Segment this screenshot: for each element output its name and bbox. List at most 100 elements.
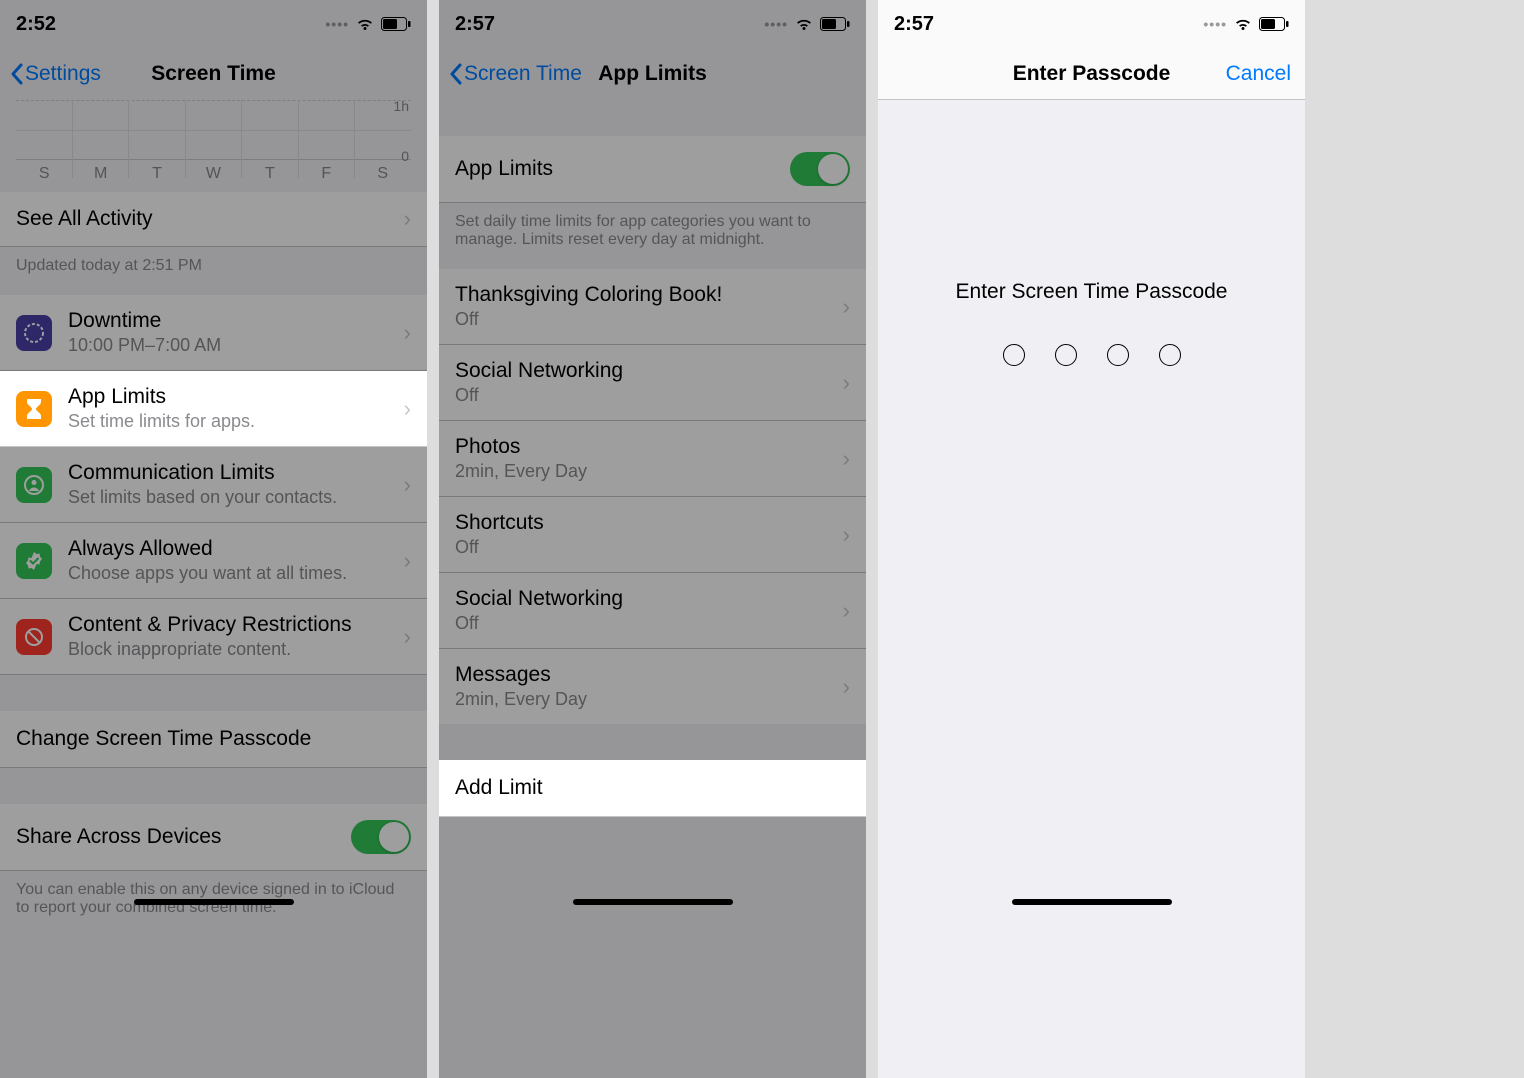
limit-row[interactable]: Social Networking Off ›: [439, 573, 866, 649]
screen-app-limits: 2:57 •••• Screen Time App Limits App Lim…: [439, 0, 866, 1078]
chevron-right-icon: ›: [836, 522, 850, 548]
see-all-activity-row[interactable]: See All Activity ›: [0, 192, 427, 247]
cancel-button[interactable]: Cancel: [1226, 62, 1291, 86]
limit-row[interactable]: Social Networking Off ›: [439, 345, 866, 421]
row-label: Communication Limits: [68, 461, 397, 485]
chart-label-1h: 1h: [393, 98, 409, 114]
person-circle-icon: [16, 467, 52, 503]
chevron-right-icon: ›: [836, 446, 850, 472]
always-allowed-row[interactable]: Always Allowed Choose apps you want at a…: [0, 523, 427, 599]
content-privacy-row[interactable]: Content & Privacy Restrictions Block ina…: [0, 599, 427, 675]
chevron-right-icon: ›: [397, 206, 411, 232]
home-indicator[interactable]: [1012, 899, 1172, 905]
downtime-row[interactable]: Downtime 10:00 PM–7:00 AM ›: [0, 295, 427, 371]
row-label: Shortcuts: [455, 511, 836, 535]
wifi-icon: [794, 16, 814, 32]
page-title: Enter Passcode: [1013, 62, 1171, 86]
limit-row[interactable]: Shortcuts Off ›: [439, 497, 866, 573]
back-button[interactable]: Settings: [10, 62, 101, 86]
chevron-right-icon: ›: [397, 624, 411, 650]
row-label: Share Across Devices: [16, 825, 351, 849]
status-time: 2:57: [455, 13, 495, 36]
nav-bar: Settings Screen Time: [0, 48, 427, 100]
passcode-dot: [1055, 344, 1077, 366]
more-dots-icon: ••••: [1203, 16, 1227, 32]
passcode-prompt: Enter Screen Time Passcode: [878, 280, 1305, 304]
row-sub: Set time limits for apps.: [68, 411, 397, 432]
row-label: See All Activity: [16, 207, 397, 231]
chevron-right-icon: ›: [397, 472, 411, 498]
row-sub: Block inappropriate content.: [68, 639, 397, 660]
row-sub: 2min, Every Day: [455, 461, 836, 482]
row-sub: Off: [455, 385, 836, 406]
share-toggle[interactable]: [351, 820, 411, 854]
nav-bar: Enter Passcode Cancel: [878, 48, 1305, 100]
toggle-footer: Set daily time limits for app categories…: [439, 203, 866, 269]
row-label: Messages: [455, 663, 836, 687]
page-title: Screen Time: [151, 62, 276, 86]
status-time: 2:57: [894, 13, 934, 36]
row-label: Photos: [455, 435, 836, 459]
page-title: App Limits: [598, 62, 707, 86]
back-label: Screen Time: [464, 62, 582, 86]
row-sub: Set limits based on your contacts.: [68, 487, 397, 508]
chevron-right-icon: ›: [836, 294, 850, 320]
share-across-devices-row[interactable]: Share Across Devices: [0, 804, 427, 871]
battery-icon: [820, 17, 850, 31]
passcode-dot: [1159, 344, 1181, 366]
chevron-right-icon: ›: [397, 548, 411, 574]
app-limits-row[interactable]: App Limits Set time limits for apps. ›: [0, 371, 427, 447]
home-indicator[interactable]: [134, 899, 294, 905]
row-sub: Choose apps you want at all times.: [68, 563, 397, 584]
row-label: Content & Privacy Restrictions: [68, 613, 397, 637]
wifi-icon: [355, 16, 375, 32]
chevron-right-icon: ›: [836, 370, 850, 396]
usage-chart: 1h 0 S M T W T F S: [0, 100, 427, 192]
chevron-right-icon: ›: [397, 396, 411, 422]
chevron-right-icon: ›: [397, 320, 411, 346]
row-label: Change Screen Time Passcode: [16, 727, 411, 751]
passcode-dots: [878, 344, 1305, 366]
passcode-dot: [1107, 344, 1129, 366]
app-limits-toggle-row[interactable]: App Limits: [439, 136, 866, 203]
limit-row[interactable]: Photos 2min, Every Day ›: [439, 421, 866, 497]
screen-screen-time: 2:52 •••• Settings Screen Time 1h 0: [0, 0, 427, 1078]
status-bar: 2:57 ••••: [439, 0, 866, 48]
downtime-icon: [16, 315, 52, 351]
row-sub: 2min, Every Day: [455, 689, 836, 710]
row-sub: 10:00 PM–7:00 AM: [68, 335, 397, 356]
chart-label-0: 0: [401, 148, 409, 164]
row-label: Always Allowed: [68, 537, 397, 561]
checkmark-badge-icon: [16, 543, 52, 579]
home-indicator[interactable]: [573, 899, 733, 905]
hourglass-icon: [16, 391, 52, 427]
no-sign-icon: [16, 619, 52, 655]
row-label: Social Networking: [455, 359, 836, 383]
chevron-right-icon: ›: [836, 598, 850, 624]
row-label: Social Networking: [455, 587, 836, 611]
chevron-right-icon: ›: [836, 674, 850, 700]
add-limit-row[interactable]: Add Limit: [439, 760, 866, 817]
row-label: Add Limit: [455, 776, 850, 800]
updated-footer: Updated today at 2:51 PM: [0, 247, 427, 295]
communication-limits-row[interactable]: Communication Limits Set limits based on…: [0, 447, 427, 523]
more-dots-icon: ••••: [764, 16, 788, 32]
limit-row[interactable]: Messages 2min, Every Day ›: [439, 649, 866, 724]
app-limits-toggle[interactable]: [790, 152, 850, 186]
wifi-icon: [1233, 16, 1253, 32]
row-sub: Off: [455, 613, 836, 634]
change-passcode-row[interactable]: Change Screen Time Passcode: [0, 711, 427, 768]
back-button[interactable]: Screen Time: [449, 62, 582, 86]
row-label: Thanksgiving Coloring Book!: [455, 283, 836, 307]
battery-icon: [1259, 17, 1289, 31]
limit-row[interactable]: Thanksgiving Coloring Book! Off ›: [439, 269, 866, 345]
status-bar: 2:57 ••••: [878, 0, 1305, 48]
passcode-area: Enter Screen Time Passcode: [878, 100, 1305, 1078]
status-time: 2:52: [16, 13, 56, 36]
row-label: App Limits: [455, 157, 790, 181]
chevron-left-icon: [10, 63, 23, 85]
status-right: ••••: [1203, 16, 1289, 32]
status-right: ••••: [764, 16, 850, 32]
battery-icon: [381, 17, 411, 31]
row-sub: Off: [455, 537, 836, 558]
